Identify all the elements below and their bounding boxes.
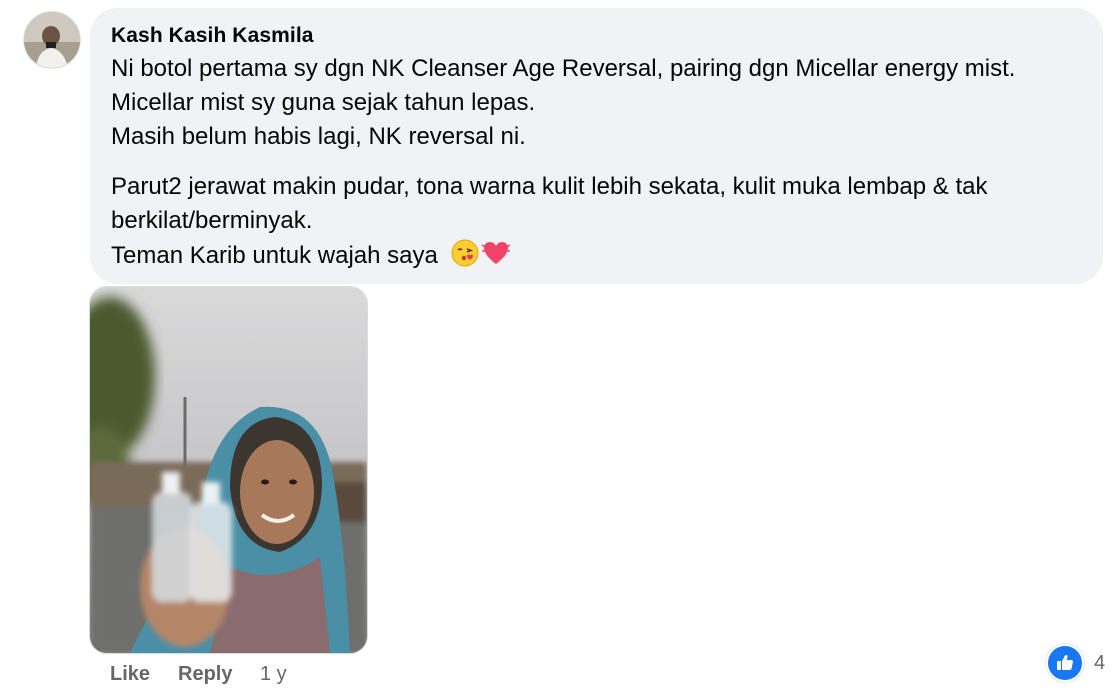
comment-text-line: Ni botol pertama sy dgn NK Cleanser Age … <box>111 55 1016 82</box>
comment-attached-photo[interactable] <box>89 286 368 654</box>
comment-author-name[interactable]: Kash Kasih Kasmila <box>111 24 314 48</box>
photo-image <box>90 287 367 653</box>
comment-actions: Like Reply 1 y <box>110 663 287 686</box>
profile-photo <box>24 12 80 68</box>
beating-heart-icon <box>481 239 511 277</box>
comment-text-line: Parut2 jerawat makin pudar, tona warna k… <box>111 173 988 200</box>
comment-thread: Kash Kasih Kasmila Ni botol pertama sy d… <box>0 0 1116 690</box>
comment-timestamp[interactable]: 1 y <box>260 663 287 686</box>
thumbs-up-icon <box>1046 644 1084 682</box>
reaction-summary[interactable]: 4 <box>1046 643 1105 683</box>
reply-button[interactable]: Reply <box>178 663 260 686</box>
reaction-count: 4 <box>1094 651 1106 674</box>
comment-text-line-last: Teman Karib untuk wajah saya <box>111 239 511 277</box>
comment-text-line: Micellar mist sy guna sejak tahun lepas. <box>111 89 536 116</box>
comment-text-line: berkilat/berminyak. <box>111 207 313 234</box>
kissing-face-icon <box>451 239 479 277</box>
like-button[interactable]: Like <box>110 663 178 686</box>
avatar[interactable] <box>23 11 81 69</box>
comment-text-line: Masih belum habis lagi, NK reversal ni. <box>111 123 526 150</box>
comment-text: Teman Karib untuk wajah saya <box>111 242 438 269</box>
